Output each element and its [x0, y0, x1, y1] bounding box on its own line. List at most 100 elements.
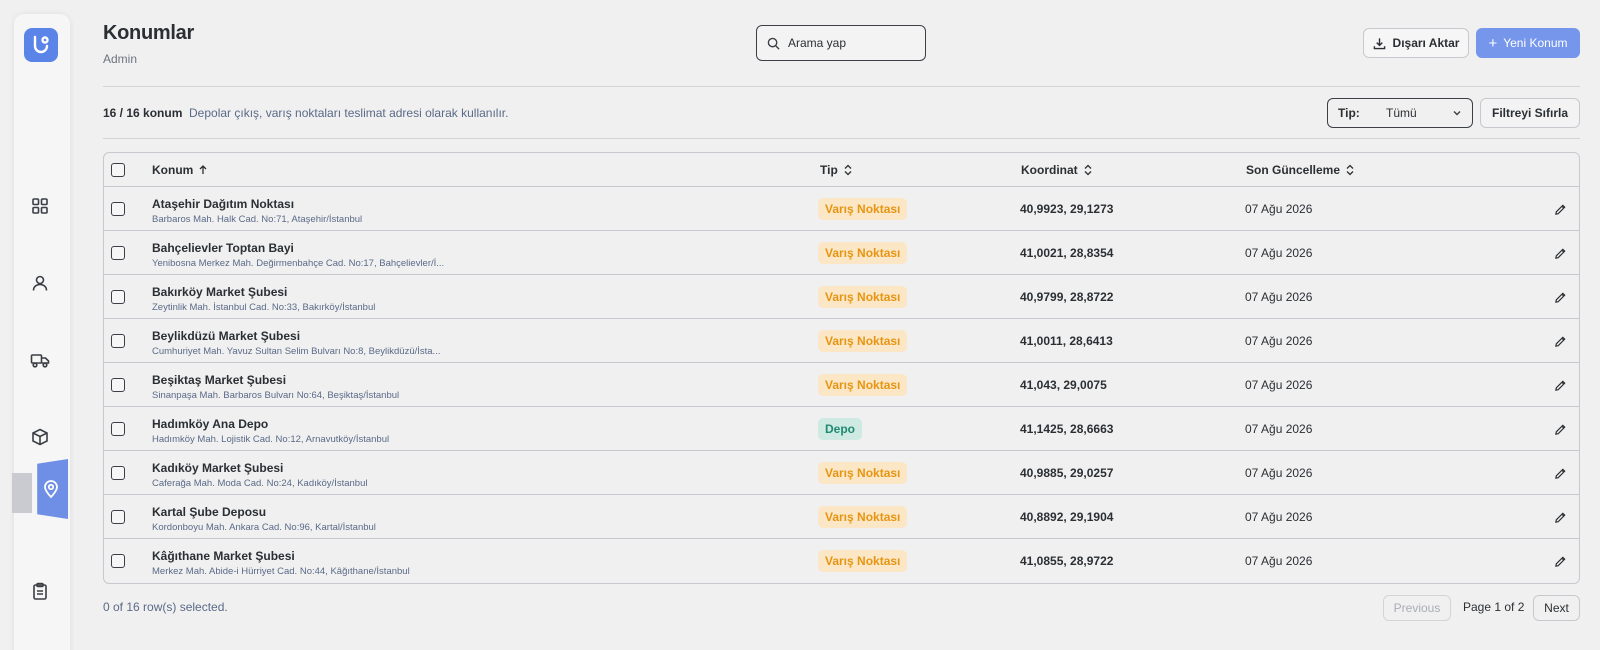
- type-badge: Varış Noktası: [818, 330, 908, 352]
- column-header-type[interactable]: Tip: [820, 163, 853, 177]
- page-title: Konumlar: [103, 22, 194, 44]
- column-label: Koordinat: [1021, 163, 1078, 177]
- next-page-button[interactable]: Next: [1533, 595, 1580, 621]
- location-address: Zeytinlik Mah. İstanbul Cad. No:33, Bakı…: [152, 302, 376, 313]
- location-name: Kadıköy Market Şubesi: [152, 461, 284, 475]
- table-row[interactable]: Kadıköy Market Şubesi Caferağa Mah. Moda …: [104, 451, 1579, 495]
- type-badge: Varış Noktası: [818, 286, 908, 308]
- page-subtitle: Admin: [103, 52, 138, 66]
- sidebar-item-locations[interactable]: [12, 459, 70, 521]
- table-header: Konum Tip Koordinat Son Güncelleme: [104, 153, 1579, 187]
- truck-icon[interactable]: [28, 348, 52, 372]
- location-count: 16 / 16 konum: [103, 106, 183, 120]
- row-checkbox[interactable]: [111, 334, 125, 348]
- location-name: Beylikdüzü Market Şubesi: [152, 329, 301, 343]
- column-header-updated[interactable]: Son Güncelleme: [1246, 163, 1355, 177]
- app-logo[interactable]: [24, 28, 58, 62]
- search-input[interactable]: [788, 36, 908, 50]
- row-checkbox[interactable]: [111, 510, 125, 524]
- table-row[interactable]: Hadımköy Ana Depo Hadımköy Mah. Lojistik …: [104, 407, 1579, 451]
- coordinate: 40,9885, 29,0257: [1020, 466, 1114, 480]
- location-name: Beşiktaş Market Şubesi: [152, 373, 287, 387]
- download-icon: [1373, 37, 1385, 49]
- pencil-icon[interactable]: [1552, 245, 1568, 261]
- row-checkbox[interactable]: [111, 466, 125, 480]
- search-box[interactable]: [756, 25, 926, 61]
- page-info: Page 1 of 2: [1463, 600, 1525, 614]
- table-row[interactable]: Bakırköy Market Şubesi Zeytinlik Mah. İst…: [104, 275, 1579, 319]
- previous-page-button[interactable]: Previous: [1383, 595, 1451, 621]
- table-row[interactable]: Beşiktaş Market Şubesi Sinanpaşa Mah. Bar…: [104, 363, 1579, 407]
- sort-icon: [1346, 164, 1354, 176]
- location-name: Hadımköy Ana Depo: [152, 417, 269, 431]
- row-checkbox[interactable]: [111, 422, 125, 436]
- table-row[interactable]: Kartal Şube Deposu Kordonboyu Mah. Ankara…: [104, 495, 1579, 539]
- new-location-button[interactable]: + Yeni Konum: [1476, 28, 1580, 58]
- row-checkbox[interactable]: [111, 246, 125, 260]
- arrow-up-icon: [199, 165, 207, 174]
- row-checkbox[interactable]: [111, 202, 125, 216]
- pencil-icon[interactable]: [1552, 553, 1568, 569]
- location-name: Kâğıthane Market Şubesi: [152, 549, 295, 563]
- select-all-checkbox[interactable]: [111, 163, 125, 177]
- export-button[interactable]: Dışarı Aktar: [1363, 28, 1469, 58]
- type-badge: Depo: [818, 418, 862, 440]
- location-address: Sinanpaşa Mah. Barbaros Bulvarı No:64, B…: [152, 390, 400, 401]
- table-row[interactable]: Bahçelievler Toptan Bayi Yenibosna Merkez…: [104, 231, 1579, 275]
- location-address: Kordonboyu Mah. Ankara Cad. No:96, Karta…: [152, 522, 376, 533]
- column-header-coordinate[interactable]: Koordinat: [1021, 163, 1093, 177]
- column-header-location[interactable]: Konum: [152, 163, 208, 177]
- clipboard-icon[interactable]: [28, 579, 52, 603]
- package-icon[interactable]: [28, 425, 52, 449]
- last-updated: 07 Ağu 2026: [1245, 290, 1313, 304]
- reset-filter-button[interactable]: Filtreyi Sıfırla: [1480, 98, 1580, 128]
- row-checkbox[interactable]: [111, 378, 125, 392]
- table-row[interactable]: Ataşehir Dağıtım Noktası Barbaros Mah. Ha…: [104, 187, 1579, 231]
- plus-icon: +: [1488, 34, 1498, 52]
- location-name: Bakırköy Market Şubesi: [152, 285, 288, 299]
- location-address: Barbaros Mah. Halk Cad. No:71, Ataşehir/…: [152, 214, 363, 225]
- table-row[interactable]: Beylikdüzü Market Şubesi Cumhuriyet Mah. …: [104, 319, 1579, 363]
- location-address: Yenibosna Merkez Mah. Değirmenbahçe Cad.…: [152, 258, 445, 269]
- new-location-label: Yeni Konum: [1503, 36, 1568, 50]
- sidebar: [14, 14, 70, 650]
- table-row[interactable]: Kâğıthane Market Şubesi Merkez Mah. Abide…: [104, 539, 1579, 583]
- location-address: Cumhuriyet Mah. Yavuz Sultan Selim Bulva…: [152, 346, 441, 357]
- last-updated: 07 Ağu 2026: [1245, 510, 1313, 524]
- coordinate: 40,9799, 28,8722: [1020, 290, 1114, 304]
- pencil-icon[interactable]: [1552, 421, 1568, 437]
- user-icon[interactable]: [28, 271, 52, 295]
- column-label: Konum: [152, 163, 194, 177]
- pencil-icon[interactable]: [1552, 289, 1568, 305]
- pencil-icon[interactable]: [1552, 377, 1568, 393]
- last-updated: 07 Ağu 2026: [1245, 466, 1313, 480]
- location-address: Merkez Mah. Abide-i Hürriyet Cad. No:44,…: [152, 566, 410, 577]
- row-checkbox[interactable]: [111, 554, 125, 568]
- coordinate: 41,043, 29,0075: [1020, 378, 1107, 392]
- type-badge: Varış Noktası: [818, 242, 908, 264]
- location-address: Caferağa Mah. Moda Cad. No:24, Kadıköy/İ…: [152, 478, 368, 489]
- type-badge: Varış Noktası: [818, 462, 908, 484]
- last-updated: 07 Ağu 2026: [1245, 334, 1313, 348]
- coordinate: 41,0011, 28,6413: [1020, 334, 1113, 348]
- type-filter-select[interactable]: Tip: Tümü: [1327, 98, 1473, 128]
- coordinate: 40,9923, 29,1273: [1020, 202, 1114, 216]
- last-updated: 07 Ağu 2026: [1245, 554, 1313, 568]
- location-name: Bahçelievler Toptan Bayi: [152, 241, 294, 255]
- row-checkbox[interactable]: [111, 290, 125, 304]
- column-label: Tip: [820, 163, 838, 177]
- location-name: Kartal Şube Deposu: [152, 505, 267, 519]
- coordinate: 41,0855, 28,9722: [1020, 554, 1114, 568]
- pencil-icon[interactable]: [1552, 201, 1568, 217]
- dashboard-icon[interactable]: [28, 194, 52, 218]
- locations-table: Konum Tip Koordinat Son Güncelleme Ataşe…: [103, 152, 1580, 584]
- filter-hint: Depolar çıkış, varış noktaları teslimat …: [189, 106, 509, 120]
- type-badge: Varış Noktası: [818, 506, 908, 528]
- pencil-icon[interactable]: [1552, 509, 1568, 525]
- last-updated: 07 Ağu 2026: [1245, 378, 1313, 392]
- pencil-icon[interactable]: [1552, 465, 1568, 481]
- sort-icon: [844, 164, 852, 176]
- column-label: Son Güncelleme: [1246, 163, 1341, 177]
- pencil-icon[interactable]: [1552, 333, 1568, 349]
- divider: [103, 138, 1580, 139]
